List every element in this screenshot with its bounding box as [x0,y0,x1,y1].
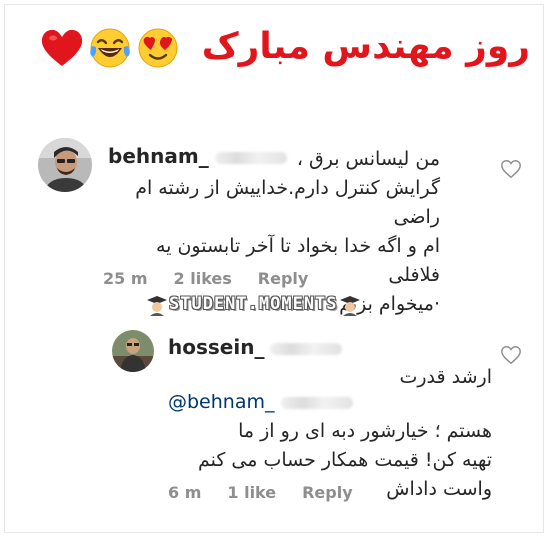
comment-behnam-meta: 25 m 2 likes Reply [103,269,334,288]
comment-line: تهیه کن! قیمت همکار حساب می کنم [197,449,492,471]
graduate-icon [339,296,360,316]
comment-hossein-meta: 6 m 1 like Reply [168,483,379,502]
comment-time: 25 m [103,269,148,288]
watermark-text: STUDENT.MOMENTS [169,294,338,314]
like-heart-icon[interactable] [500,158,522,180]
comment-time: 6 m [168,483,202,502]
username-hossein[interactable]: hossein_ [168,335,343,359]
comment-line: من لیسانس برق ، [296,148,440,170]
redacted-username [270,342,343,355]
username-hossein-text: hossein_ [168,335,265,359]
watermark: STUDENT.MOMENTS [145,292,362,320]
comment-line: گرایش کنترل دارم.خداییش از رشته ام راضی [135,177,440,228]
laughing-tears-emoji-icon [90,28,130,68]
comment-line: هستم ؛ خیارشور دبه ای رو از ما [238,420,492,442]
likes-count[interactable]: 1 like [227,483,276,502]
banner-title: روز مهندس مبارک [201,26,530,67]
like-heart-icon[interactable] [500,344,522,366]
graduate-icon [147,296,167,316]
reply-button[interactable]: Reply [258,269,309,288]
avatar-hossein[interactable] [112,330,154,372]
heart-eyes-emoji-icon [138,28,178,68]
banner: روز مهندس مبارک [30,20,530,80]
avatar-behnam[interactable] [38,138,92,192]
reply-button[interactable]: Reply [302,483,353,502]
likes-count[interactable]: 2 likes [174,269,232,288]
heart-emoji-icon [41,29,83,66]
